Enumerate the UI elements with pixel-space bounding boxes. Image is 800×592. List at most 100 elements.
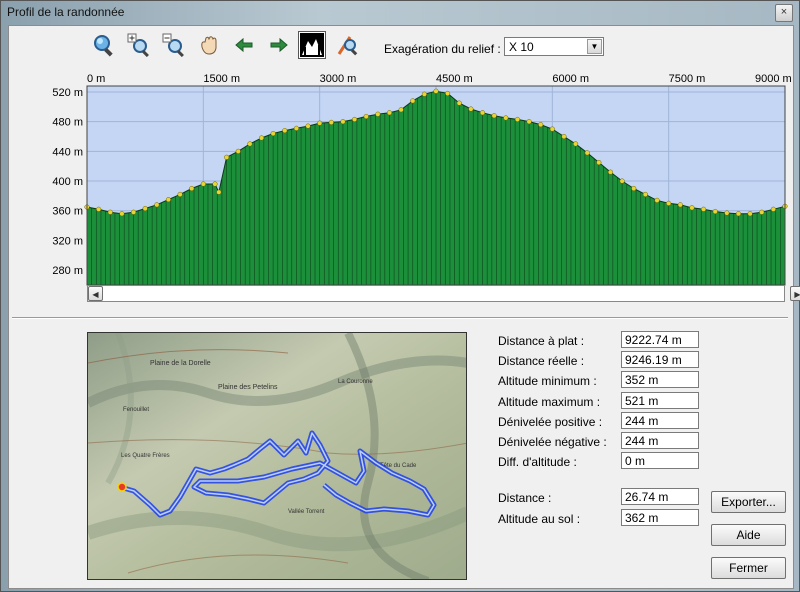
close-button[interactable]: Fermer: [711, 557, 786, 579]
relief-icon[interactable]: [298, 31, 326, 59]
map-label: Fenouillet: [123, 407, 149, 413]
profile-point: [352, 116, 358, 122]
profile-point: [677, 202, 683, 208]
map-label: La Couronne: [338, 379, 373, 385]
arrow-right-icon[interactable]: [266, 32, 292, 58]
x-tick-label: 9000 m: [755, 73, 792, 85]
stat-value: 352 m: [621, 371, 699, 388]
profile-point: [573, 141, 579, 147]
x-tick-label: 1500 m: [203, 73, 240, 85]
scroll-left-icon[interactable]: ◀: [88, 286, 103, 301]
profile-point: [538, 122, 544, 128]
profile-point: [607, 169, 614, 175]
x-tick-label: 3000 m: [320, 73, 357, 85]
profile-point: [468, 106, 474, 112]
title-bar[interactable]: Profil de la randonnée ×: [1, 1, 799, 25]
horizontal-scrollbar[interactable]: ◀ ▶: [87, 285, 800, 302]
profile-point: [596, 159, 602, 166]
profile-point: [549, 126, 555, 132]
profile-point: [177, 191, 183, 197]
start-marker-icon: [117, 482, 127, 492]
profile-point: [270, 130, 276, 137]
cursor-stat-label: Distance :: [498, 491, 552, 505]
profile-point: [189, 185, 195, 192]
x-tick-label: 7500 m: [669, 73, 706, 85]
export-button[interactable]: Exporter...: [711, 491, 786, 513]
profile-point: [154, 202, 160, 208]
stat-label: Altitude maximum :: [498, 395, 601, 409]
profile-point: [200, 181, 206, 187]
profile-point: [224, 154, 230, 160]
y-tick-label: 440 m: [52, 146, 83, 158]
profile-point: [282, 128, 288, 134]
pan-hand-icon[interactable]: [196, 32, 222, 58]
profile-point: [514, 116, 520, 122]
elevation-profile-chart[interactable]: 0 m 1500 m 3000 m 4500 m 6000 m 7500 m 9000 m 5…: [9, 70, 793, 310]
y-tick-label: 480 m: [52, 117, 83, 129]
profile-point: [107, 209, 113, 215]
profile-point: [212, 181, 218, 187]
profile-point: [747, 211, 753, 217]
profile-point: [375, 111, 381, 117]
cursor-stat-value: 362 m: [621, 509, 699, 526]
stat-label: Dénivelée positive :: [498, 415, 603, 429]
profile-point: [165, 197, 171, 203]
profile-point: [759, 209, 765, 215]
y-tick-label: 360 m: [52, 206, 83, 218]
map-label: Les Quatre Frères: [121, 453, 170, 459]
zoom-in-icon[interactable]: [126, 32, 152, 58]
profile-point: [642, 191, 648, 197]
scroll-right-icon[interactable]: ▶: [790, 286, 800, 301]
profile-point: [712, 208, 718, 215]
stat-value: 9246.19 m: [621, 351, 699, 368]
profile-point: [701, 206, 707, 212]
x-tick-label: 6000 m: [552, 73, 589, 85]
profile-point: [724, 210, 730, 216]
cursor-stat-label: Altitude au sol :: [498, 512, 581, 526]
y-tick-label: 320 m: [52, 235, 83, 247]
close-icon[interactable]: ×: [775, 4, 793, 22]
route-search-icon[interactable]: [335, 32, 361, 58]
arrow-left-icon[interactable]: [231, 32, 257, 58]
profile-point: [386, 110, 393, 116]
profile-point: [398, 107, 404, 113]
profile-point: [561, 133, 567, 140]
exaggeration-select[interactable]: X 10 ▼: [504, 37, 604, 56]
profile-point: [445, 90, 451, 96]
x-tick-label: 0 m: [87, 73, 105, 85]
route-map[interactable]: Plaine de la Dorelle Plaine des Petelins…: [87, 332, 467, 580]
profile-point: [142, 205, 148, 212]
chevron-down-icon[interactable]: ▼: [587, 39, 602, 54]
stat-label: Diff. d'altitude :: [498, 455, 577, 469]
profile-point: [770, 206, 776, 212]
map-label: Plaine des Petelins: [218, 384, 278, 391]
zoom-out-icon[interactable]: [161, 32, 187, 58]
profile-point: [479, 110, 486, 116]
y-tick-label: 280 m: [52, 265, 83, 277]
profile-point: [235, 148, 241, 154]
profile-point: [410, 98, 416, 104]
profile-point: [130, 209, 137, 215]
stat-value: 9222.74 m: [621, 331, 699, 348]
profile-point: [503, 115, 509, 121]
profile-point: [119, 211, 125, 217]
profile-point: [433, 88, 439, 94]
y-tick-label: 520 m: [52, 87, 83, 99]
profile-point: [96, 206, 102, 212]
zoom-all-icon[interactable]: [91, 32, 117, 58]
profile-point: [421, 91, 427, 97]
profile-window: Profil de la randonnée × Exagération du …: [0, 0, 800, 592]
x-tick-label: 4500 m: [436, 73, 473, 85]
window-title: Profil de la randonnée: [7, 5, 125, 19]
profile-point: [584, 150, 590, 156]
profile-point: [293, 125, 299, 131]
profile-point: [340, 119, 346, 125]
map-label: Plaine de la Dorelle: [150, 360, 211, 367]
profile-point: [619, 178, 625, 184]
help-button[interactable]: Aide: [711, 524, 786, 546]
profile-point: [317, 120, 323, 126]
exaggeration-label: Exagération du relief :: [384, 42, 501, 56]
profile-point: [216, 189, 222, 195]
profile-point: [526, 119, 532, 125]
stat-value: 0 m: [621, 452, 699, 469]
